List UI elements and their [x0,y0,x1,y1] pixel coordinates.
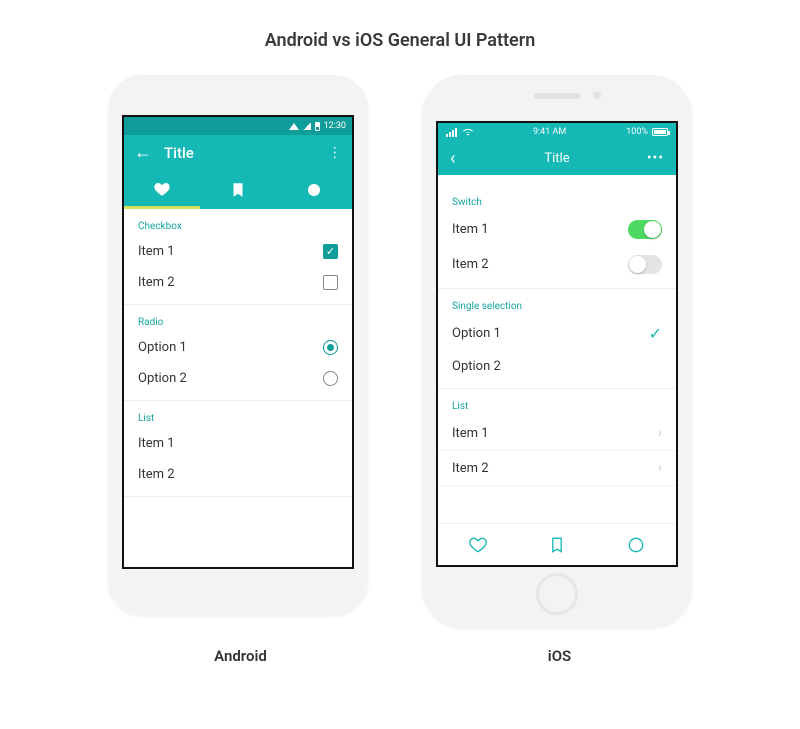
page-title: Android vs iOS General UI Pattern [0,0,800,75]
ios-label: iOS [427,647,692,665]
chevron-right-icon: › [658,460,662,476]
platform-labels: Android iOS [0,627,800,665]
ios-phone-frame: 9:41 AM 100% ‹ Title ••• Switch Item 1 I… [422,75,692,627]
tab-bookmark[interactable] [200,171,276,209]
overflow-menu-icon[interactable]: ⋯ [327,146,343,161]
back-arrow-icon[interactable]: ← [134,144,152,162]
single-selection-heading: Single selection [438,289,676,316]
row-label: Option 1 [452,326,501,341]
single-select-row[interactable]: Option 1 ✓ [438,316,676,351]
wifi-icon [289,123,299,130]
radio-icon[interactable] [323,371,338,386]
list-heading: List [438,389,676,416]
radio-row[interactable]: Option 2 [124,363,352,394]
tab-heart[interactable] [438,535,517,555]
checkbox-row[interactable]: Item 1 ✓ [124,236,352,267]
list-row[interactable]: Item 1 [124,428,352,459]
chevron-right-icon: › [658,425,662,441]
checkbox-icon[interactable]: ✓ [323,244,338,259]
list-row[interactable]: Item 2 › [438,451,676,486]
row-label: Item 1 [452,222,489,237]
radio-heading: Radio [124,305,352,332]
android-tab-bar [124,171,352,209]
tab-heart[interactable] [124,171,200,209]
phone-comparison: 12:30 ← Title ⋯ Checkbox Item 1 [0,75,800,627]
row-label: Item 2 [138,467,175,482]
list-heading: List [124,401,352,428]
row-label: Item 1 [452,426,489,441]
row-label: Item 2 [452,461,489,476]
checkbox-row[interactable]: Item 2 [124,267,352,298]
battery-icon [652,128,668,136]
wifi-icon [463,128,473,136]
row-label: Option 2 [138,371,187,386]
row-label: Item 1 [138,436,175,451]
app-bar-title: Title [164,144,315,162]
android-screen: 12:30 ← Title ⋯ Checkbox Item 1 [122,115,354,569]
heart-icon [153,180,171,198]
checkbox-heading: Checkbox [124,209,352,236]
tab-bookmark[interactable] [517,535,596,555]
row-label: Item 2 [452,257,489,272]
switch-toggle[interactable] [628,255,662,274]
heart-icon [468,535,488,555]
list-row[interactable]: Item 2 [124,459,352,490]
switch-row[interactable]: Item 2 [438,247,676,282]
android-status-bar: 12:30 [124,117,352,135]
signal-icon [303,123,311,130]
tab-circle[interactable] [597,535,676,555]
row-label: Item 1 [138,244,175,259]
radio-icon[interactable] [323,340,338,355]
row-label: Option 1 [138,340,187,355]
switch-row[interactable]: Item 1 [438,212,676,247]
bookmark-icon [229,181,247,199]
single-select-row[interactable]: Option 2 [438,351,676,382]
battery-icon [315,122,320,131]
checkbox-icon[interactable] [323,275,338,290]
more-icon[interactable]: ••• [644,150,664,166]
battery-percent: 100% [626,127,648,137]
list-row[interactable]: Item 1 › [438,416,676,451]
back-chevron-icon[interactable]: ‹ [450,148,470,169]
ios-nav-bar: ‹ Title ••• [438,141,676,175]
status-time: 12:30 [324,121,346,131]
ios-screen: 9:41 AM 100% ‹ Title ••• Switch Item 1 I… [436,121,678,567]
radio-row[interactable]: Option 1 [124,332,352,363]
switch-toggle[interactable] [628,220,662,239]
android-app-bar: ← Title ⋯ [124,135,352,171]
circle-icon [626,535,646,555]
signal-icon [446,128,457,137]
nav-title: Title [470,151,644,166]
status-time: 9:41 AM [473,127,626,137]
row-label: Option 2 [452,359,501,374]
android-label: Android [108,647,373,665]
row-label: Item 2 [138,275,175,290]
ios-status-bar: 9:41 AM 100% [438,123,676,141]
tab-circle[interactable] [276,171,352,209]
bookmark-icon [547,535,567,555]
checkmark-icon: ✓ [649,324,662,343]
circle-icon [305,181,323,199]
switch-heading: Switch [438,185,676,212]
android-phone-frame: 12:30 ← Title ⋯ Checkbox Item 1 [108,75,368,615]
ios-tab-bar [438,523,676,565]
home-button[interactable] [536,573,578,615]
